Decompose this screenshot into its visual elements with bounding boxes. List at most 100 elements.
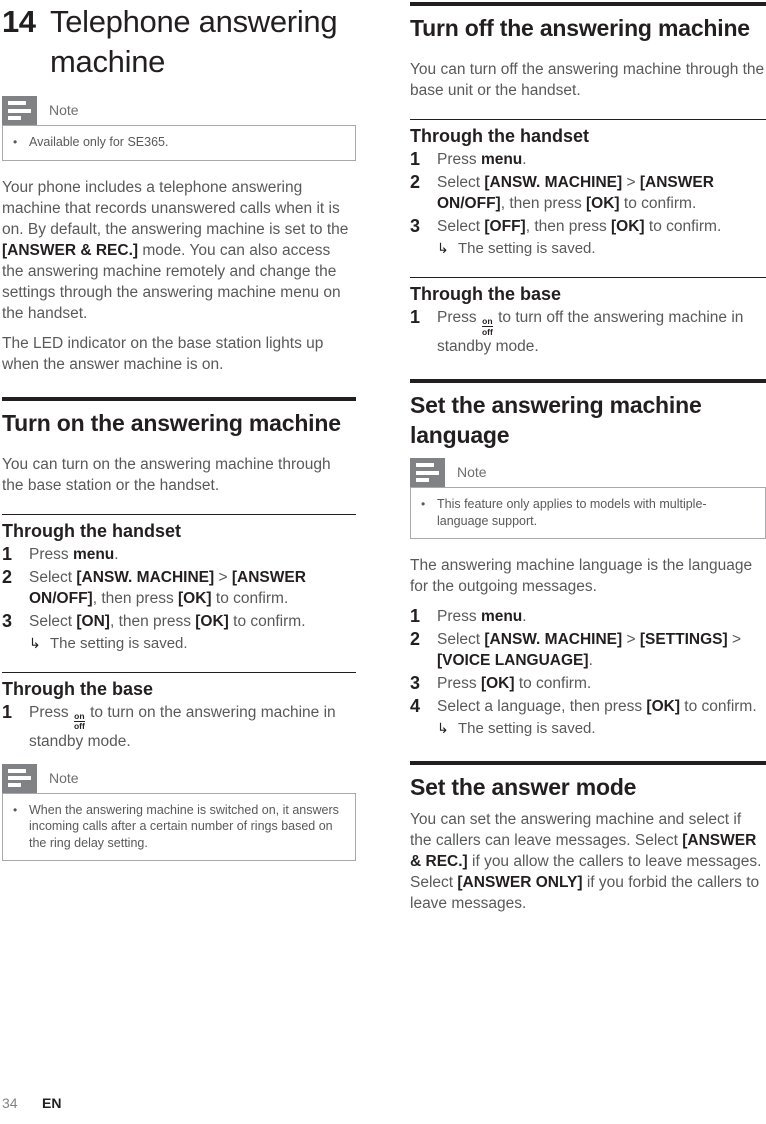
- intro-paragraph-2: The LED indicator on the base station li…: [2, 334, 324, 373]
- emphasis-text: [VOICE LANGUAGE]: [437, 652, 589, 669]
- result-text: The setting is saved.: [50, 634, 188, 652]
- plain-text: Press: [29, 545, 73, 563]
- answer-mode-paragraph: You can set the answering machine and se…: [410, 809, 766, 914]
- step-item: 3 Select [OFF], then press [OK] to confi…: [410, 216, 766, 259]
- plain-text: >: [622, 174, 640, 191]
- emphasis-text: [ANSW. MACHINE]: [76, 568, 215, 586]
- plain-text: to confirm.: [679, 698, 757, 715]
- intro-text-a: Your phone includes a telephone answerin…: [2, 178, 349, 238]
- right-column: Turn off the answering machine You can t…: [410, 0, 766, 923]
- emphasis-text: [ANSW. MACHINE]: [484, 631, 623, 648]
- note-body: • When the answering machine is switched…: [2, 792, 356, 861]
- step-result: ↳ The setting is saved.: [29, 633, 356, 654]
- chapter-number: 14: [2, 4, 36, 39]
- note-callout-availability: Note • Available only for SE365.: [2, 96, 356, 161]
- plain-text: Select: [29, 612, 77, 630]
- emphasis-text: [ON]: [76, 612, 110, 630]
- section-rule-thick: [410, 761, 766, 765]
- steps-list-handset-on: 1 Press menu. 2 Select [ANSW. MACHINE] >…: [2, 544, 356, 654]
- steps-list-handset-off: 1 Press menu. 2 Select [ANSW. MACHINE] >…: [410, 149, 766, 259]
- step-result: ↳ The setting is saved.: [437, 718, 766, 739]
- step-text: Press [OK] to confirm.: [437, 673, 766, 694]
- manual-page: 14 Telephone answering machine Note • Av…: [0, 0, 766, 1124]
- subsection-heading-base: Through the base: [2, 678, 154, 699]
- section-title-turn-on: Turn on the answering machine: [2, 409, 341, 436]
- step-text: Select [ANSW. MACHINE] > [ANSWER ON/OFF]…: [437, 172, 766, 214]
- steps-list-base-on: 1 Press on off to turn on the answering m…: [2, 702, 356, 752]
- step-number: 2: [2, 566, 13, 587]
- emphasis-text: [ANSW. MACHINE]: [484, 174, 623, 191]
- step-text: Press on off to turn off the answering ma…: [437, 307, 766, 357]
- subsection-rule-base: [2, 671, 356, 673]
- step-item: 1 Press menu.: [410, 149, 766, 170]
- note-callout-language: Note • This feature only applies to mode…: [410, 458, 766, 539]
- subsection-heading-handset: Through the handset: [2, 520, 181, 541]
- step-text: Select [ANSW. MACHINE] > [SETTINGS] > [V…: [437, 629, 766, 671]
- plain-text: Select a language, then press: [437, 698, 647, 715]
- plain-text: to confirm.: [211, 589, 289, 607]
- note-header: Note: [410, 458, 766, 487]
- section-rule-thick: [410, 2, 766, 6]
- step-text: Select [ANSW. MACHINE] > [ANSWER ON/OFF]…: [29, 567, 356, 609]
- note-list-item: • When the answering machine is switched…: [13, 802, 345, 852]
- step-item: 4 Select a language, then press [OK] to …: [410, 696, 766, 739]
- note-list-item: • Available only for SE365.: [13, 134, 345, 151]
- result-text: The setting is saved.: [458, 720, 596, 737]
- step-item: 1 Press on off to turn off the answering …: [410, 307, 766, 357]
- step-number: 1: [2, 701, 13, 722]
- emphasis-text: menu: [480, 608, 523, 625]
- plain-text: .: [522, 151, 527, 168]
- step-number: 3: [410, 216, 421, 236]
- bullet-icon: •: [421, 497, 426, 511]
- emphasis-text: [SETTINGS]: [639, 631, 728, 648]
- step-text: Press menu.: [437, 149, 766, 170]
- step-number: 4: [410, 696, 421, 716]
- left-column: 14 Telephone answering machine Note • Av…: [2, 0, 356, 861]
- subsection-rule-handset: [410, 119, 766, 120]
- section-rule-thick: [410, 379, 766, 383]
- note-icon: [410, 458, 445, 487]
- note-icon: [2, 96, 37, 125]
- emphasis-text: [OK]: [178, 589, 212, 607]
- section-title-language: Set the answering machine language: [410, 392, 702, 448]
- on-label: on: [482, 316, 493, 326]
- plain-text: >: [214, 568, 232, 586]
- chapter-title: Telephone answering machine: [50, 4, 338, 79]
- off-label: off: [481, 326, 493, 337]
- subsection-heading-handset: Through the handset: [410, 126, 589, 146]
- emphasis-text: [OFF]: [484, 218, 526, 235]
- plain-text: Select: [437, 174, 485, 191]
- subsection-rule-handset: [2, 513, 356, 515]
- note-body: • This feature only applies to models wi…: [410, 487, 766, 539]
- step-number: 1: [410, 307, 421, 327]
- note-body: • Available only for SE365.: [2, 125, 356, 161]
- step-number: 2: [410, 629, 421, 649]
- section-title-turn-off: Turn off the answering machine: [410, 15, 750, 41]
- step-item: 3 Select [ON], then press [OK] to confir…: [2, 611, 356, 654]
- plain-text: Select: [437, 631, 485, 648]
- note-list-item: • This feature only applies to models wi…: [421, 496, 755, 529]
- step-text-before: Press: [29, 703, 73, 721]
- subsection-rule-base: [410, 277, 766, 278]
- language-intro-paragraph: The answering machine language is the la…: [410, 557, 753, 595]
- step-item: 2 Select [ANSW. MACHINE] > [SETTINGS] > …: [410, 629, 766, 671]
- steps-list-base-off: 1 Press on off to turn off the answering …: [410, 307, 766, 357]
- note-item-text: This feature only applies to models with…: [437, 497, 707, 528]
- language-code: EN: [42, 1095, 62, 1111]
- plain-text: , then press: [500, 195, 587, 212]
- step-number: 1: [410, 606, 421, 626]
- step-text: Select [ON], then press [OK] to confirm.: [29, 613, 306, 630]
- step-text: Press on off to turn on the answering mac…: [29, 702, 356, 752]
- plain-text: .: [114, 545, 119, 563]
- step-text: Select a language, then press [OK] to co…: [437, 698, 757, 715]
- note-callout-ringdelay: Note • When the answering machine is swi…: [2, 763, 356, 861]
- step-text: Select [OFF], then press [OK] to confirm…: [437, 218, 721, 235]
- note-item-text: Available only for SE365.: [29, 135, 169, 149]
- result-text: The setting is saved.: [458, 240, 596, 257]
- emphasis-text: menu: [480, 151, 523, 168]
- emphasis-text: [OK]: [480, 675, 515, 692]
- emphasis-text: menu: [72, 545, 115, 563]
- on-label: on: [74, 710, 85, 721]
- bullet-icon: •: [13, 802, 18, 817]
- intro-key-answer-rec: [ANSWER & REC.]: [2, 241, 139, 259]
